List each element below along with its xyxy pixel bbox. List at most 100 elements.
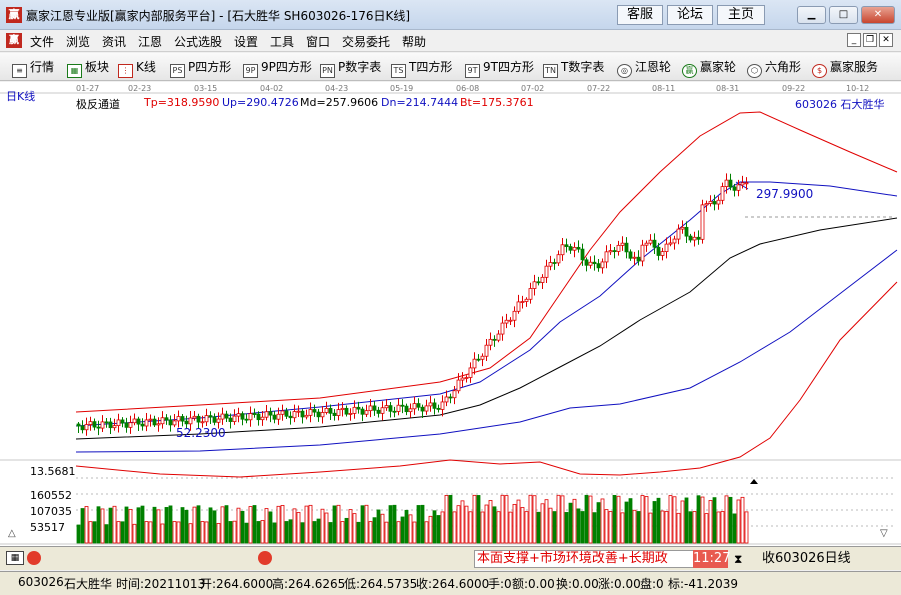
- menu-info[interactable]: 资讯: [102, 33, 126, 50]
- winner-wheel-icon: 赢: [682, 64, 697, 78]
- volume-bar: [160, 523, 165, 544]
- volume-bar: [152, 506, 157, 544]
- volume-bar: [148, 521, 153, 544]
- date-tick-8: 07-22: [587, 84, 610, 93]
- channel-upper-line: [75, 181, 898, 427]
- candle-body: [332, 412, 337, 416]
- menu-window[interactable]: 窗口: [306, 33, 330, 50]
- toolbar-ps-button[interactable]: PS P四方形: [170, 58, 231, 78]
- candle-body: [664, 243, 669, 253]
- toolbar-ts-button[interactable]: TS T四方形: [391, 58, 453, 78]
- candle-body: [600, 261, 605, 269]
- status-open: 开:264.6000: [200, 577, 274, 591]
- news-ticker[interactable]: 本面支撑+市场环境改善+长期政: [474, 550, 710, 568]
- volume-bar: [344, 517, 349, 544]
- candle-body: [316, 411, 321, 418]
- toolbar-hexagon-button[interactable]: ⬡ 六角形: [747, 58, 801, 78]
- volume-bar: [628, 498, 633, 544]
- maximize-icon[interactable]: □: [829, 6, 858, 24]
- kline-chart-svg[interactable]: 01-27 02-23 03-15 04-02 04-23 05-19 06-08 07-02…: [0, 82, 901, 546]
- candle-body: [420, 406, 425, 412]
- candle-body: [172, 420, 177, 426]
- volume-bar: [176, 521, 181, 544]
- toolbar-tn-button[interactable]: TN T数字表: [543, 58, 604, 78]
- volume-bar: [260, 520, 265, 544]
- ts-icon: TS: [391, 64, 406, 78]
- candle-body: [240, 413, 245, 420]
- candle-body: [716, 199, 721, 205]
- mdi-close-icon[interactable]: ✕: [879, 33, 893, 47]
- menu-file[interactable]: 文件: [30, 33, 54, 50]
- volume-bar: [572, 498, 577, 544]
- candle-body: [200, 421, 205, 424]
- toolbar-grid-button[interactable]: ▦ 板块: [67, 58, 109, 78]
- mdi-minimize-icon[interactable]: _: [847, 33, 861, 47]
- volume-bar: [420, 504, 425, 544]
- toolbar-dollar-button[interactable]: $ 赢家服务: [812, 58, 878, 78]
- volume-bar: [648, 512, 653, 544]
- kline-chart[interactable]: 01-27 02-23 03-15 04-02 04-23 05-19 06-08 07-02…: [0, 82, 901, 546]
- candle-body: [604, 251, 609, 263]
- menu-gann[interactable]: 江恩: [138, 33, 162, 50]
- candle-body: [568, 246, 573, 251]
- candle-body: [616, 244, 621, 252]
- toolbar-candle-button[interactable]: ⋮ K线: [118, 58, 156, 78]
- forum-link[interactable]: 论坛: [667, 5, 713, 25]
- indicator-bt: Bt=175.3761: [460, 96, 534, 109]
- volume-bar: [600, 498, 605, 544]
- candle-body: [128, 422, 133, 428]
- keyboard-icon[interactable]: ▦: [6, 551, 24, 565]
- volume-bar: [568, 502, 573, 544]
- volume-tick-low: 53517: [30, 521, 65, 534]
- candle-body: [408, 408, 413, 413]
- candle-body: [244, 418, 249, 421]
- menu-help[interactable]: 帮助: [402, 33, 426, 50]
- toolbar-winner-wheel-button[interactable]: 赢赢家轮: [682, 58, 736, 78]
- status-name: 石大胜华: [64, 577, 113, 591]
- menu-tools[interactable]: 工具: [270, 33, 294, 50]
- close-icon[interactable]: ✕: [861, 6, 895, 24]
- toolbar-gann-wheel-button[interactable]: ◎ 江恩轮: [617, 58, 671, 78]
- volume-bar: [720, 511, 725, 544]
- scroll-up-icon[interactable]: △: [8, 528, 16, 539]
- volume-bar: [356, 521, 361, 544]
- candle-body: [152, 418, 157, 426]
- customer-service-link[interactable]: 客服: [617, 5, 663, 25]
- candle-body: [352, 406, 357, 414]
- mdi-restore-icon[interactable]: ❐: [863, 33, 877, 47]
- menu-trade[interactable]: 交易委托: [342, 33, 390, 50]
- candle-body: [276, 413, 281, 420]
- toolbar-label: T四方形: [409, 60, 453, 74]
- volume-bar: [404, 509, 409, 544]
- volume-bar: [660, 510, 665, 544]
- scroll-down-icon[interactable]: ▽: [880, 528, 888, 539]
- status-close: 收:264.6000: [416, 577, 490, 591]
- menu-settings[interactable]: 设置: [234, 33, 258, 50]
- volume-bar: [84, 506, 89, 544]
- toolbar-9ts-button[interactable]: 9T 9T四方形: [465, 58, 534, 78]
- volume-bar: [316, 518, 321, 544]
- volume-bar: [616, 495, 621, 544]
- toolbar-pn-button[interactable]: PN P数字表: [320, 58, 381, 78]
- volume-bar: [172, 521, 177, 544]
- candle-body: [720, 186, 725, 201]
- candle-body: [212, 416, 217, 423]
- candle-body: [232, 415, 237, 422]
- candle-body: [680, 226, 685, 230]
- menu-formula-screener[interactable]: 公式选股: [174, 33, 222, 50]
- volume-bar: [588, 495, 593, 544]
- candle-icon: ⋮: [118, 64, 133, 78]
- volume-bar: [324, 512, 329, 544]
- menu-browse[interactable]: 浏览: [66, 33, 90, 50]
- candle-body: [156, 423, 161, 426]
- candle-body: [548, 262, 553, 267]
- minimize-icon[interactable]: ▁: [797, 6, 826, 24]
- volume-bar: [672, 496, 677, 544]
- candle-body: [448, 396, 453, 399]
- toolbar-list-button[interactable]: ≡ 行情: [12, 58, 54, 78]
- homepage-link[interactable]: 主页: [717, 5, 765, 25]
- volume-bar: [336, 504, 341, 544]
- coin-icon[interactable]: [258, 551, 272, 565]
- toolbar-9ps-button[interactable]: 9P 9P四方形: [243, 58, 312, 78]
- red-dot-icon[interactable]: [27, 551, 41, 565]
